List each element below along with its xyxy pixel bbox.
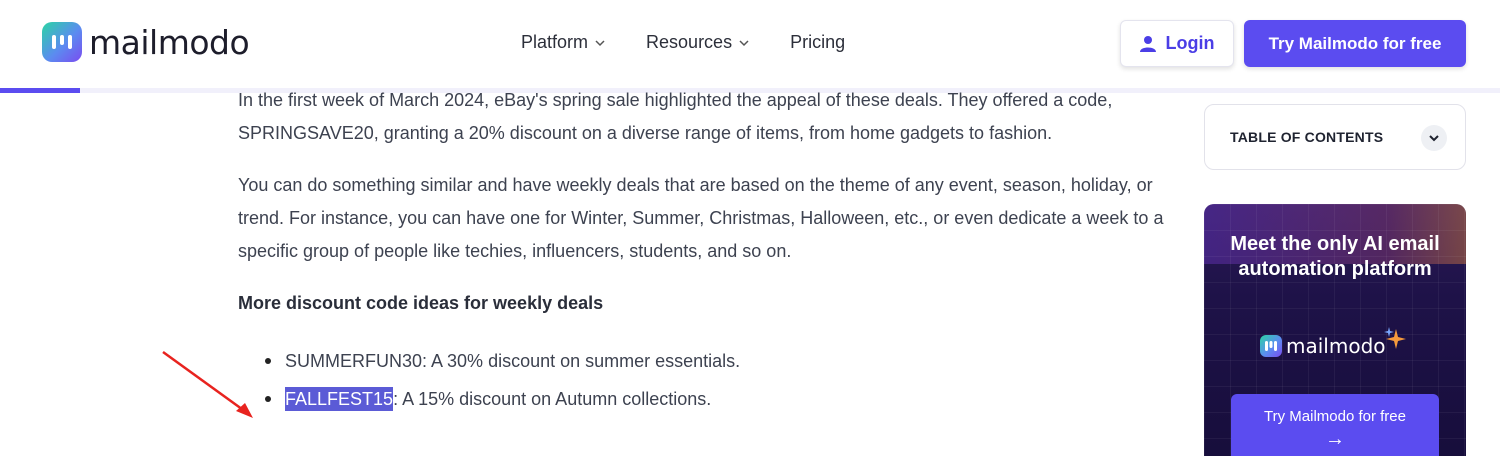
bullet-dot — [265, 358, 271, 364]
nav-platform[interactable]: Platform — [521, 32, 606, 53]
nav-resources-label: Resources — [646, 32, 733, 52]
nav-pricing[interactable]: Pricing — [790, 32, 845, 53]
login-label: Login — [1165, 33, 1215, 53]
try-free-button[interactable]: Try Mailmodo for free — [1244, 20, 1466, 67]
toc-label: TABLE OF CONTENTS — [1230, 129, 1384, 145]
mailmodo-logo[interactable]: mailmodo — [42, 22, 250, 62]
section-subheading: More discount code ideas for weekly deal… — [238, 293, 604, 313]
discount-code-list: SUMMERFUN30: A 30% discount on summer es… — [238, 342, 1168, 418]
toc-toggle-button[interactable] — [1421, 125, 1447, 151]
discount-code[interactable]: SUMMERFUN30 — [285, 351, 422, 371]
bullet-dot — [265, 396, 271, 402]
chevron-down-icon — [739, 39, 749, 46]
login-button[interactable]: Login — [1120, 20, 1234, 67]
user-icon — [1139, 36, 1156, 52]
sparkle-icon — [1383, 327, 1406, 349]
promo-try-free-button[interactable]: Try Mailmodo for free → — [1231, 394, 1439, 456]
site-header: mailmodo Platform Resources Pricing Logi… — [0, 0, 1500, 88]
discount-description: : A 15% discount on Autumn collections. — [393, 389, 712, 409]
list-item: FALLFEST15: A 15% discount on Autumn col… — [238, 380, 1168, 418]
promo-button-label: Try Mailmodo for free — [1264, 408, 1406, 425]
article-body: In the first week of March 2024, eBay's … — [238, 84, 1168, 418]
nav-resources[interactable]: Resources — [646, 32, 750, 53]
main-nav: Platform Resources Pricing — [521, 32, 885, 53]
arrow-right-icon: → — [1325, 428, 1345, 450]
chevron-down-icon — [1429, 135, 1439, 142]
table-of-contents[interactable]: TABLE OF CONTENTS — [1204, 104, 1466, 170]
promo-title: Meet the only AI email automation platfo… — [1230, 233, 1440, 280]
article-paragraph: You can do something similar and have we… — [238, 175, 1164, 261]
selected-discount-code[interactable]: FALLFEST15 — [285, 387, 394, 411]
article-paragraph: In the first week of March 2024, eBay's … — [238, 90, 1113, 143]
logo-text: mailmodo — [89, 22, 250, 62]
list-item: SUMMERFUN30: A 30% discount on summer es… — [238, 342, 1168, 380]
reading-progress-fill — [0, 88, 80, 93]
annotation-arrow-icon — [162, 350, 253, 418]
mailmodo-logo-icon — [1260, 335, 1282, 357]
chevron-down-icon — [595, 39, 605, 46]
nav-pricing-label: Pricing — [790, 32, 846, 52]
promo-logo: mailmodo — [1260, 327, 1408, 358]
mailmodo-logo-icon — [42, 22, 82, 62]
promo-card: Meet the only AI email automation platfo… — [1204, 204, 1466, 456]
promo-logo-text: mailmodo — [1286, 334, 1386, 358]
nav-platform-label: Platform — [521, 32, 589, 52]
discount-description: : A 30% discount on summer essentials. — [422, 351, 741, 371]
